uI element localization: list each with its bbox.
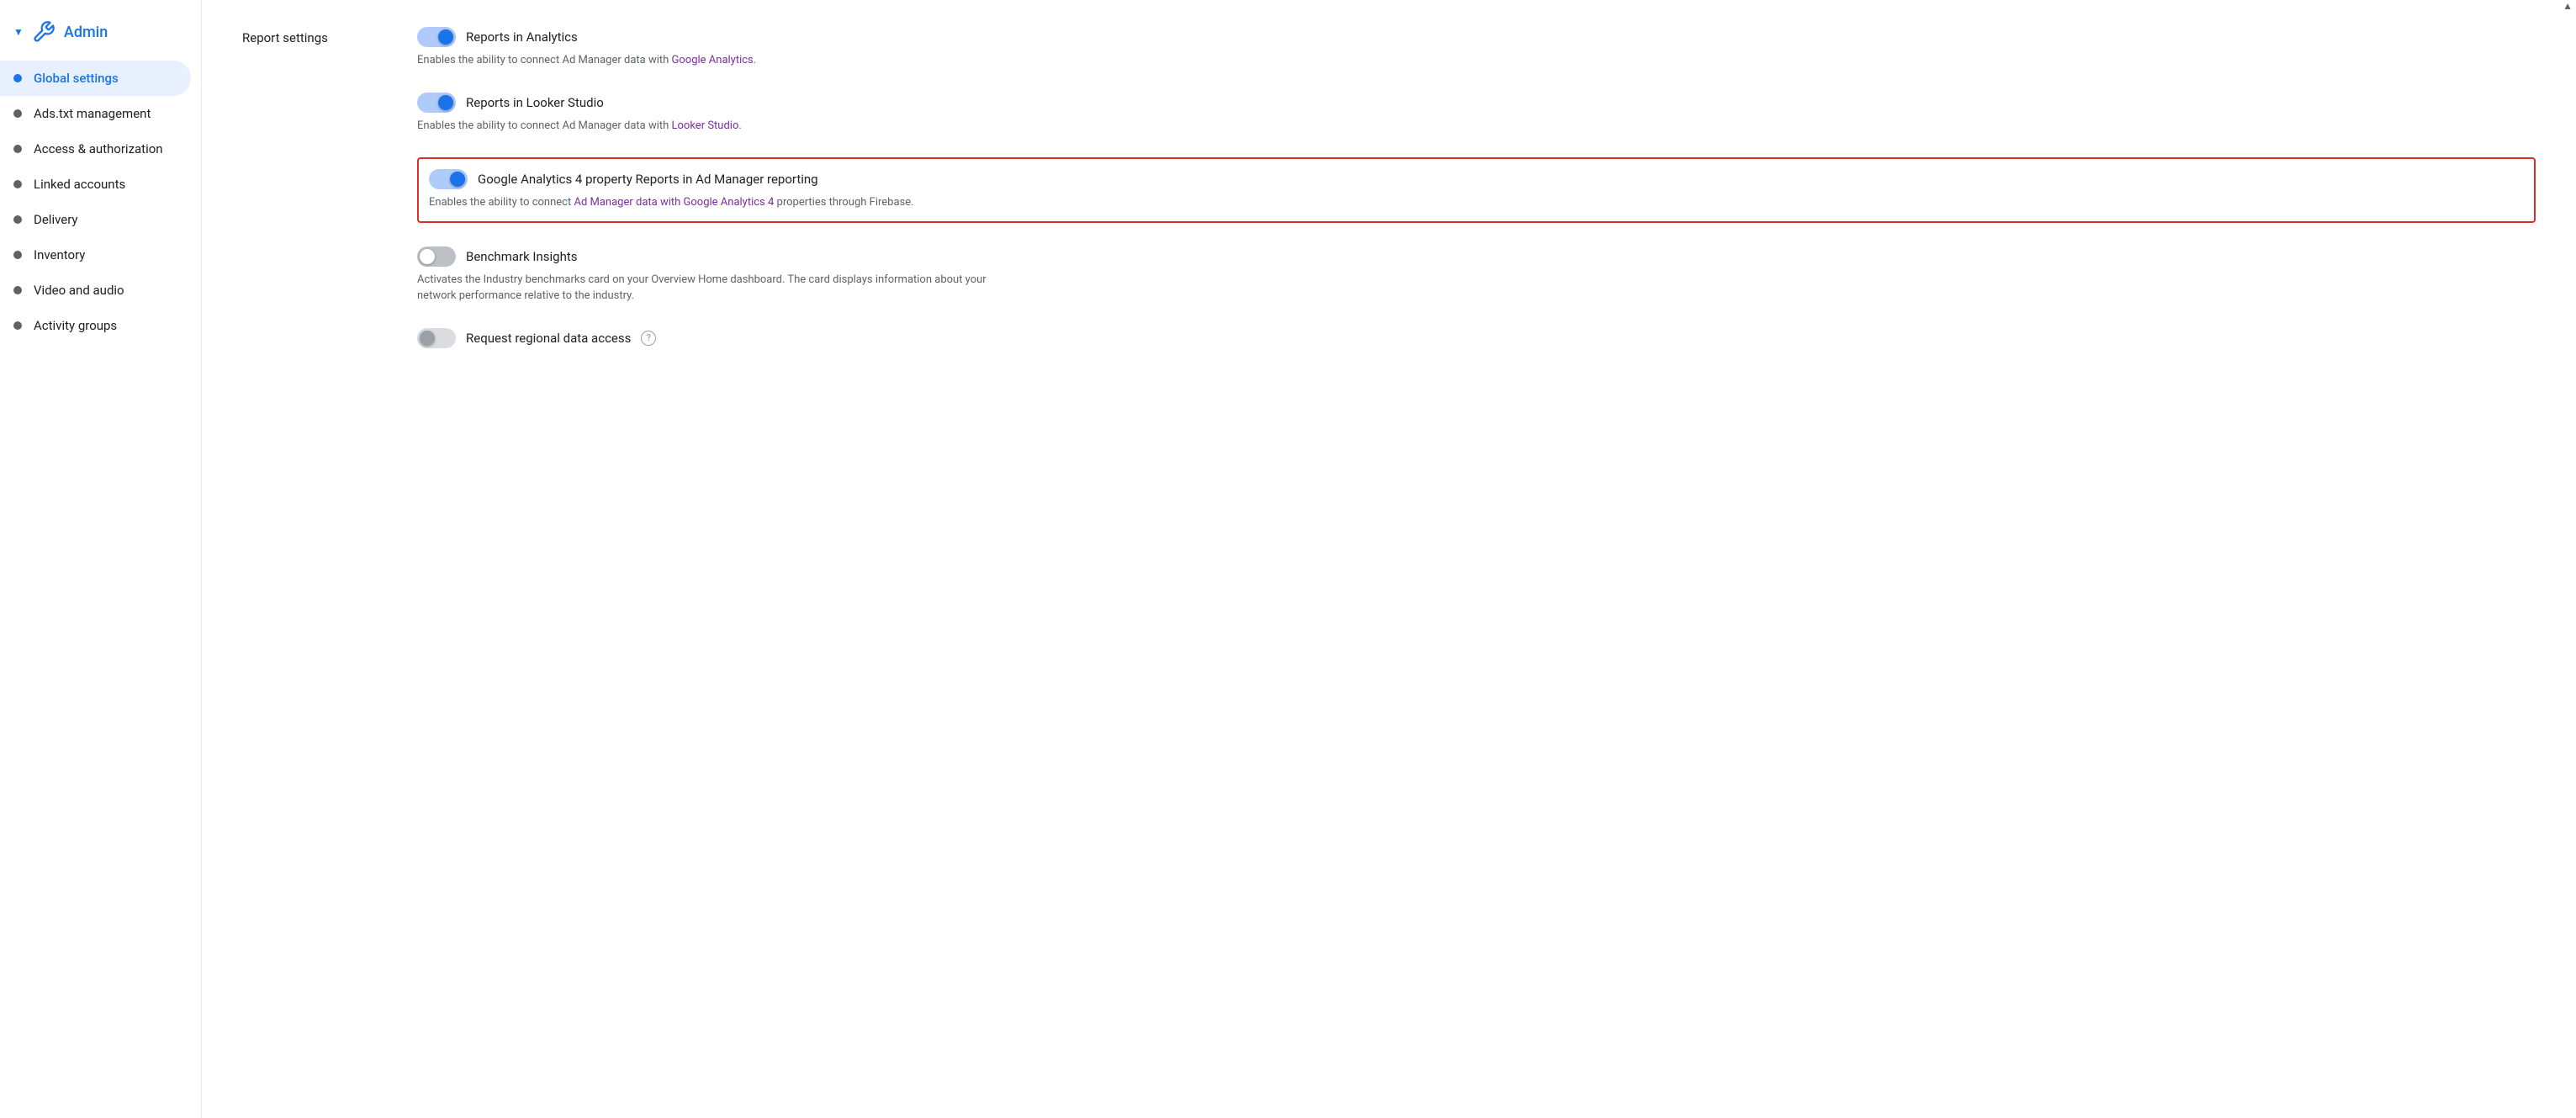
sidebar-item-label: Video and audio [34,283,124,298]
setting-row-benchmark-insights: Benchmark Insights [417,246,2536,267]
setting-row-ga4-reports: Google Analytics 4 property Reports in A… [429,169,2524,189]
dot-icon [13,215,22,224]
admin-label: Admin [64,24,108,41]
setting-link-reports-in-analytics[interactable]: Google Analytics [672,54,754,66]
setting-title-ga4-reports: Google Analytics 4 property Reports in A… [478,172,818,187]
setting-item-reports-in-looker-studio: Reports in Looker Studio Enables the abil… [417,93,2536,135]
sidebar-nav: Global settings Ads.txt management Access … [0,61,201,343]
settings-layout: Report settings Reports in Analytics Enab… [242,27,2536,348]
setting-title-benchmark-insights: Benchmark Insights [466,249,578,264]
sidebar-item-label: Global settings [34,71,119,86]
sidebar-item-delivery[interactable]: Delivery [0,202,191,237]
sidebar-item-label: Access & authorization [34,141,163,156]
sidebar-item-label: Activity groups [34,318,117,333]
dot-icon [13,109,22,118]
setting-title-reports-in-looker-studio: Reports in Looker Studio [466,95,604,110]
setting-item-reports-in-analytics: Reports in Analytics Enables the ability … [417,27,2536,69]
setting-title-request-regional-data-access: Request regional data access [466,331,631,346]
setting-link-ga4-reports[interactable]: Ad Manager data with Google Analytics 4 [574,196,774,209]
toggle-slider-ga4-reports [429,169,468,189]
dot-icon [13,321,22,330]
sidebar: ▼ Admin Global settings Ads.txt managemen… [0,0,202,1118]
sidebar-arrow: ▼ [13,26,24,38]
scroll-arrow: ▲ [202,0,2576,17]
sidebar-header[interactable]: ▼ Admin [0,13,201,61]
setting-desc-benchmark-insights: Activates the Industry benchmarks card o… [417,272,989,305]
sidebar-item-video-and-audio[interactable]: Video and audio [0,273,191,308]
sidebar-item-label: Delivery [34,212,78,227]
toggle-slider-reports-in-looker-studio [417,93,456,113]
main-content: ▲ Report settings Reports in Analytics En… [202,0,2576,1118]
sidebar-item-label: Linked accounts [34,177,125,192]
setting-row-reports-in-analytics: Reports in Analytics [417,27,2536,47]
setting-link-reports-in-looker-studio[interactable]: Looker Studio [672,119,739,132]
dot-icon [13,251,22,259]
toggle-reports-in-analytics[interactable] [417,27,456,47]
toggle-slider-request-regional-data-access [417,328,456,348]
toggle-request-regional-data-access[interactable] [417,328,456,348]
setting-item-benchmark-insights: Benchmark Insights Activates the Industry… [417,246,2536,305]
dot-icon [13,286,22,294]
toggle-benchmark-insights[interactable] [417,246,456,267]
sidebar-item-access-authorization[interactable]: Access & authorization [0,131,191,167]
setting-desc-ga4-reports: Enables the ability to connect Ad Manage… [429,194,1001,211]
help-icon-request-regional-data-access[interactable]: ? [641,331,656,346]
section-title: Report settings [242,27,377,45]
settings-content: Reports in Analytics Enables the ability … [417,27,2536,348]
sidebar-item-global-settings[interactable]: Global settings [0,61,191,96]
sidebar-item-label: Inventory [34,247,85,262]
setting-row-request-regional-data-access: Request regional data access? [417,328,2536,348]
wrench-icon [32,20,56,44]
setting-row-reports-in-looker-studio: Reports in Looker Studio [417,93,2536,113]
setting-item-ga4-reports: Google Analytics 4 property Reports in A… [417,157,2536,223]
setting-desc-reports-in-looker-studio: Enables the ability to connect Ad Manage… [417,118,989,135]
dot-icon [13,145,22,153]
toggle-slider-reports-in-analytics [417,27,456,47]
dot-icon [13,74,22,82]
toggle-ga4-reports[interactable] [429,169,468,189]
setting-desc-reports-in-analytics: Enables the ability to connect Ad Manage… [417,52,989,69]
sidebar-item-ads-txt-management[interactable]: Ads.txt management [0,96,191,131]
setting-title-reports-in-analytics: Reports in Analytics [466,29,578,45]
sidebar-item-inventory[interactable]: Inventory [0,237,191,273]
toggle-reports-in-looker-studio[interactable] [417,93,456,113]
sidebar-item-label: Ads.txt management [34,106,151,121]
sidebar-item-activity-groups[interactable]: Activity groups [0,308,191,343]
setting-item-request-regional-data-access: Request regional data access? [417,328,2536,348]
dot-icon [13,180,22,188]
sidebar-item-linked-accounts[interactable]: Linked accounts [0,167,191,202]
toggle-slider-benchmark-insights [417,246,456,267]
